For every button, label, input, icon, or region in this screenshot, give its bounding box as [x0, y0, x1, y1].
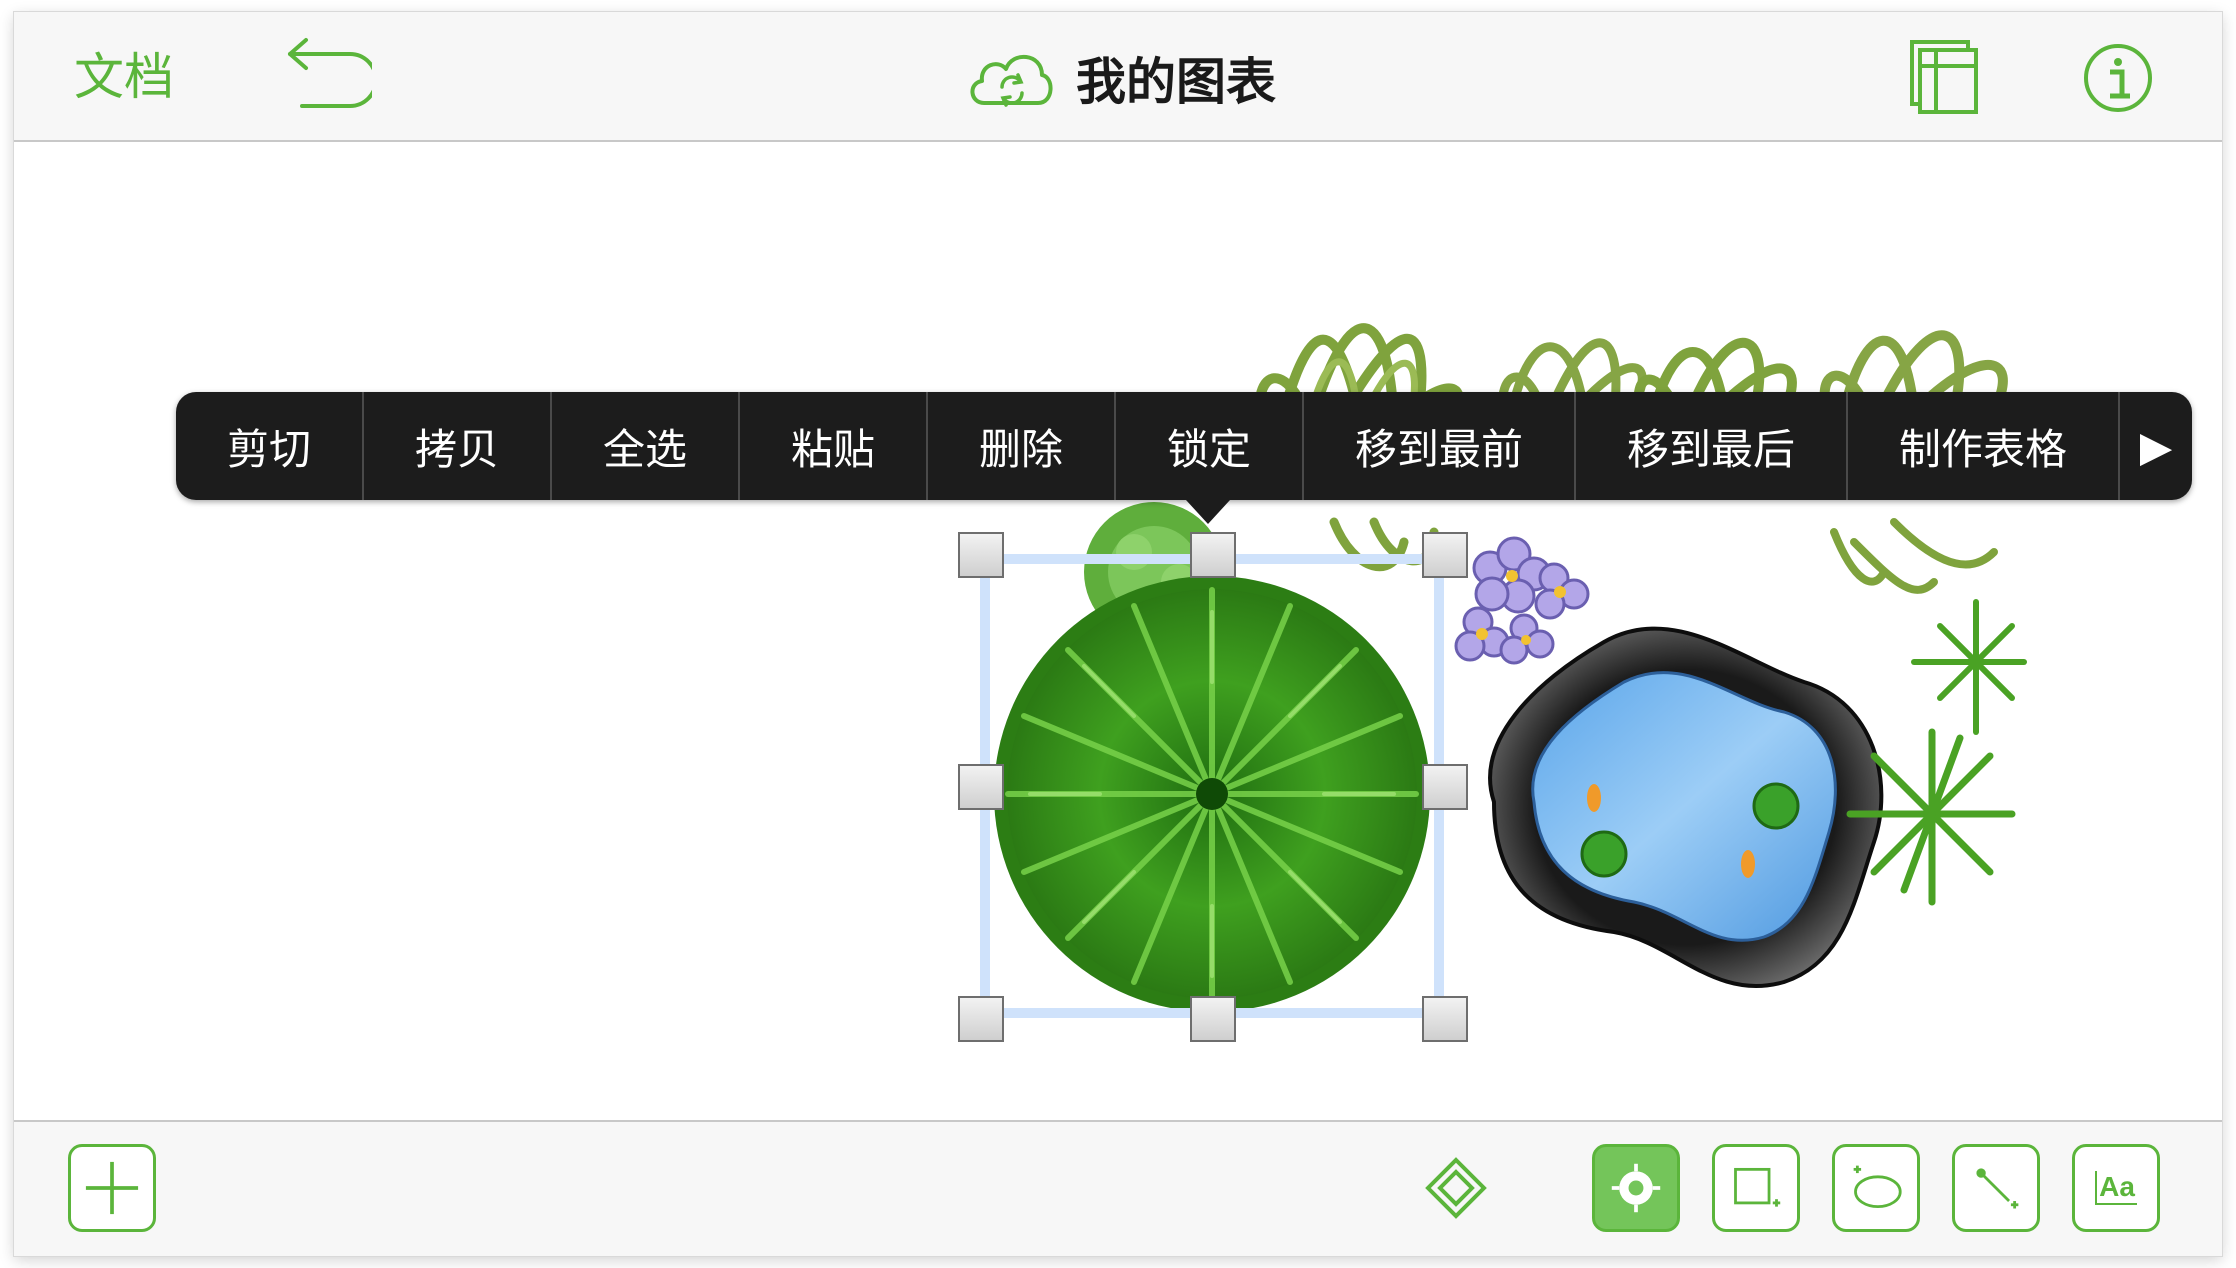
menu-item-select-all[interactable]: 全选 — [552, 392, 740, 500]
resize-handle-bottom-left[interactable] — [958, 996, 1004, 1042]
menu-item-lock[interactable]: 锁定 — [1116, 392, 1304, 500]
title-group: 我的图表 — [964, 36, 1276, 120]
rectangle-tool-icon — [1734, 1167, 1781, 1207]
spiky-plant-1[interactable] — [1911, 599, 2027, 735]
target-icon — [1611, 1163, 1661, 1213]
menu-item-bring-to-front[interactable]: 移到最前 — [1304, 392, 1576, 500]
info-icon — [2084, 44, 2152, 112]
top-toolbar: 文档 我的图表 — [14, 12, 2222, 142]
resize-handle-top[interactable] — [1190, 532, 1236, 578]
resize-handle-right[interactable] — [1422, 764, 1468, 810]
context-menu: 剪切 拷贝 全选 粘贴 删除 锁定 移到最前 移到最后 制作表格 ▶ — [176, 392, 2192, 500]
pond[interactable] — [1488, 626, 1884, 989]
context-menu-pointer — [1186, 500, 1230, 524]
text-tool-label: Aa — [2095, 1171, 2137, 1205]
spiky-plant-2[interactable] — [1846, 728, 2016, 906]
document-title: 我的图表 — [1076, 53, 1276, 111]
app-window: 文档 我的图表 剪切 拷贝 全选 粘贴 删除 锁定 移到最前 移到最后 制作表格… — [14, 12, 2222, 1256]
resize-handle-top-left[interactable] — [958, 532, 1004, 578]
diamond-icon — [1425, 1157, 1487, 1219]
plus-icon — [85, 1161, 139, 1215]
flower-cluster[interactable] — [1454, 536, 1590, 665]
layers-icon — [1910, 40, 1978, 114]
menu-item-make-table[interactable]: 制作表格 — [1848, 392, 2120, 500]
line-tool-icon — [1976, 1168, 2019, 1209]
layers-button[interactable] — [1904, 36, 1988, 120]
resize-handle-bottom-right[interactable] — [1422, 996, 1468, 1042]
freehand-tool-button[interactable] — [1832, 1144, 1920, 1232]
info-button[interactable] — [2082, 42, 2154, 114]
text-tool-button[interactable]: Aa — [2072, 1144, 2160, 1232]
menu-item-cut[interactable]: 剪切 — [176, 392, 364, 500]
bottom-toolbar: Aa — [14, 1120, 2222, 1256]
lasso-icon — [1853, 1165, 1902, 1209]
add-button[interactable] — [68, 1144, 156, 1232]
menu-more-button[interactable]: ▶ — [2120, 392, 2192, 500]
selection-frame — [980, 554, 1444, 1018]
line-tool-button[interactable] — [1952, 1144, 2040, 1232]
undo-button[interactable] — [272, 36, 378, 120]
menu-item-copy[interactable]: 拷贝 — [364, 392, 552, 500]
diagram-canvas[interactable] — [14, 142, 2222, 1122]
menu-item-paste[interactable]: 粘贴 — [740, 392, 928, 500]
documents-button[interactable]: 文档 — [74, 42, 174, 112]
menu-item-delete[interactable]: 删除 — [928, 392, 1116, 500]
resize-handle-left[interactable] — [958, 764, 1004, 810]
resize-handle-bottom[interactable] — [1190, 996, 1236, 1042]
inspector-button[interactable] — [1424, 1156, 1488, 1220]
cloud-sync-icon[interactable] — [964, 43, 1056, 113]
resize-handle-top-right[interactable] — [1422, 532, 1468, 578]
menu-item-send-to-back[interactable]: 移到最后 — [1576, 392, 1848, 500]
shape-tool-button[interactable] — [1712, 1144, 1800, 1232]
selection-tool-button[interactable] — [1592, 1144, 1680, 1232]
undo-icon — [288, 38, 378, 108]
